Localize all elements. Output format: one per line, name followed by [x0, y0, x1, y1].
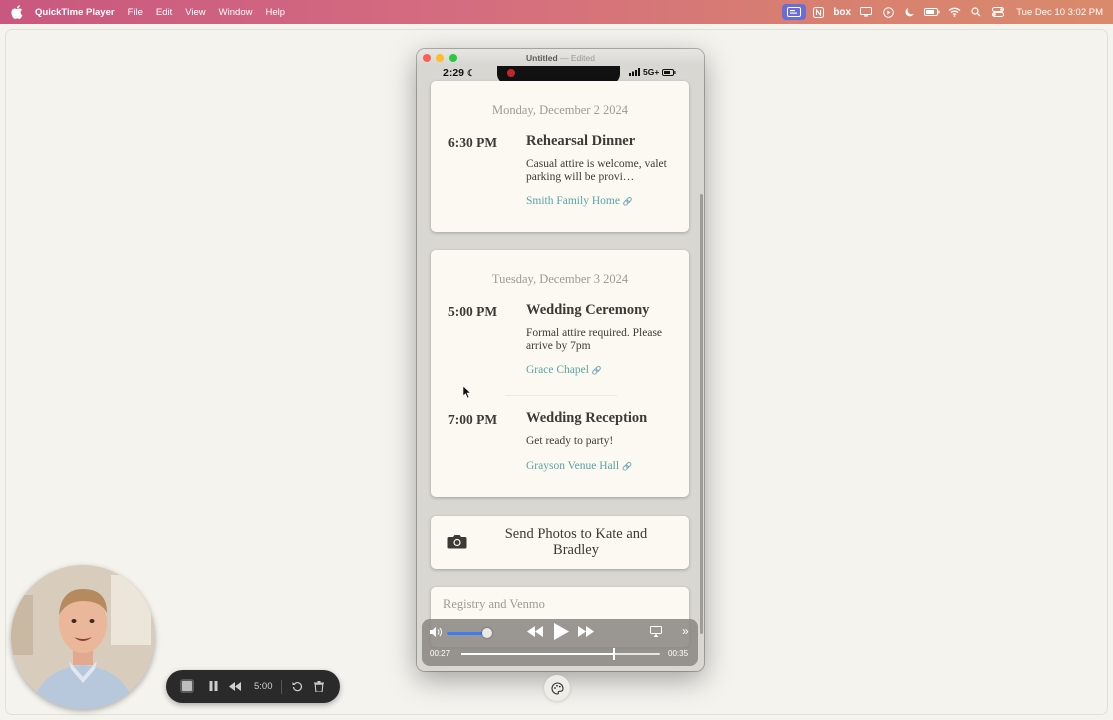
apple-menu-icon[interactable]: [11, 5, 25, 19]
menu-file[interactable]: File: [128, 7, 143, 18]
scrubber-progress: [461, 653, 615, 655]
trash-icon: [314, 680, 324, 692]
phone-clock: 2:29 ☾: [443, 67, 475, 79]
total-duration: 00:35: [668, 649, 689, 658]
battery-icon[interactable]: [922, 0, 942, 24]
event-location-link[interactable]: Grace Chapel 🔗: [526, 364, 602, 376]
quicktime-window: Untitled — Edited 2:29 ☾ 5G+ Monday, Dec…: [417, 49, 704, 671]
scrubber-playhead[interactable]: [613, 648, 616, 660]
menu-bar: QuickTime Player File Edit View Window H…: [0, 0, 1113, 24]
registry-label: Registry and Venmo: [443, 597, 545, 611]
restart-recording-button[interactable]: [290, 679, 304, 693]
link-icon: 🔗: [622, 197, 633, 206]
rewind-icon: [229, 681, 241, 691]
volume-icon[interactable]: [430, 627, 442, 637]
card-date: Tuesday, December 3 2024: [491, 272, 629, 286]
play-circle-icon[interactable]: [878, 0, 898, 24]
menu-edit[interactable]: Edit: [156, 7, 172, 18]
event-title: Wedding Reception: [526, 410, 648, 426]
window-titlebar[interactable]: Untitled — Edited: [417, 49, 704, 67]
player-controls: » 00:27 00:35: [422, 619, 698, 666]
window-title-separator: —: [560, 52, 569, 63]
window-title-name: Untitled: [526, 52, 558, 63]
event-divider: [505, 395, 617, 396]
rewind-button[interactable]: [527, 626, 543, 637]
wifi-icon[interactable]: [944, 0, 964, 24]
phone-time: 2:29: [443, 67, 465, 79]
day-card-monday: Monday, December 2 2024 6:30 PM Rehearsa…: [431, 81, 689, 232]
volume-knob[interactable]: [481, 628, 492, 638]
menu-app-name[interactable]: QuickTime Player: [35, 7, 115, 18]
send-photos-button[interactable]: Send Photos to Kate and Bradley: [431, 516, 689, 569]
stop-icon: [182, 681, 192, 691]
network-type: 5G+: [643, 67, 660, 77]
pause-icon: [209, 681, 217, 691]
menu-help[interactable]: Help: [265, 7, 285, 18]
box-icon[interactable]: box: [830, 0, 854, 24]
rewind-recording-button[interactable]: [228, 679, 242, 693]
screen-record-status-icon[interactable]: [782, 4, 807, 20]
window-title-state: Edited: [570, 52, 595, 63]
event-location: Smith Family Home: [526, 195, 620, 207]
menu-datetime[interactable]: Tue Dec 10 3:02 PM: [1016, 7, 1103, 18]
toolbar-divider: [281, 680, 282, 694]
delete-recording-button[interactable]: [312, 679, 326, 693]
more-chevron-icon[interactable]: »: [682, 625, 693, 637]
webcam-bubble[interactable]: [11, 565, 155, 709]
event-location-link[interactable]: Smith Family Home 🔗: [526, 195, 633, 207]
pause-recording-button[interactable]: [206, 679, 220, 693]
minimize-window-button[interactable]: [436, 54, 444, 62]
zoom-window-button[interactable]: [449, 54, 457, 62]
event-description: Get ready to party!: [526, 435, 614, 447]
menu-window[interactable]: Window: [219, 7, 253, 18]
event-location: Grace Chapel: [526, 364, 589, 376]
moon-icon: ☾: [466, 68, 476, 78]
recording-timer: 5:00: [254, 681, 273, 692]
webcam-person-image: [11, 565, 155, 709]
scrollbar[interactable]: [700, 194, 703, 634]
recording-dot-icon: [507, 69, 515, 77]
event-description: Formal attire required. Please arrive by…: [526, 327, 663, 352]
close-window-button[interactable]: [423, 54, 431, 62]
phone-status-icons: 5G+: [629, 67, 676, 77]
menu-view[interactable]: View: [185, 7, 205, 18]
volume-slider[interactable]: [447, 628, 492, 638]
event-location: Grayson Venue Hall: [526, 460, 620, 472]
display-icon[interactable]: [856, 0, 876, 24]
control-center-icon[interactable]: [988, 0, 1008, 24]
elapsed-time: 00:27: [430, 649, 451, 658]
event-title: Wedding Ceremony: [526, 302, 650, 318]
palette-icon: [551, 681, 564, 695]
link-icon: 🔗: [591, 366, 602, 375]
event-description: Casual attire is welcome, valet parking …: [526, 158, 667, 183]
phone-status-bar: 2:29 ☾ 5G+: [417, 66, 704, 84]
day-card-tuesday: Tuesday, December 3 2024 5:00 PM Wedding…: [431, 250, 689, 497]
window-title: Untitled — Edited: [526, 53, 595, 63]
event-time: 7:00 PM: [448, 412, 498, 427]
focus-moon-icon[interactable]: [900, 0, 920, 24]
volume-level: [447, 632, 487, 635]
signal-icon: [629, 68, 640, 76]
stop-recording-button[interactable]: [180, 679, 194, 693]
phone-screen-recording: 2:29 ☾ 5G+ Monday, December 2 2024 6:30 …: [417, 66, 704, 671]
recording-toolbar: 5:00: [166, 670, 340, 703]
play-button[interactable]: [553, 623, 569, 640]
mouse-cursor-icon: [463, 386, 471, 398]
fast-forward-button[interactable]: [578, 626, 594, 637]
phone-battery-icon: [662, 68, 676, 76]
camera-icon: [447, 535, 467, 549]
restart-icon: [292, 681, 302, 691]
scrubber[interactable]: [461, 648, 660, 660]
airplay-icon[interactable]: [650, 626, 662, 637]
link-icon: 🔗: [622, 462, 633, 471]
card-date: Monday, December 2 2024: [492, 103, 628, 117]
send-photos-label: Send Photos to Kate and Bradley: [504, 526, 648, 558]
event-location-link[interactable]: Grayson Venue Hall 🔗: [526, 460, 632, 472]
event-title: Rehearsal Dinner: [526, 133, 636, 149]
palette-button[interactable]: [544, 675, 570, 701]
notion-icon[interactable]: [808, 0, 828, 24]
event-time: 5:00 PM: [448, 304, 498, 319]
event-time: 6:30 PM: [448, 135, 498, 150]
search-icon[interactable]: [966, 0, 986, 24]
